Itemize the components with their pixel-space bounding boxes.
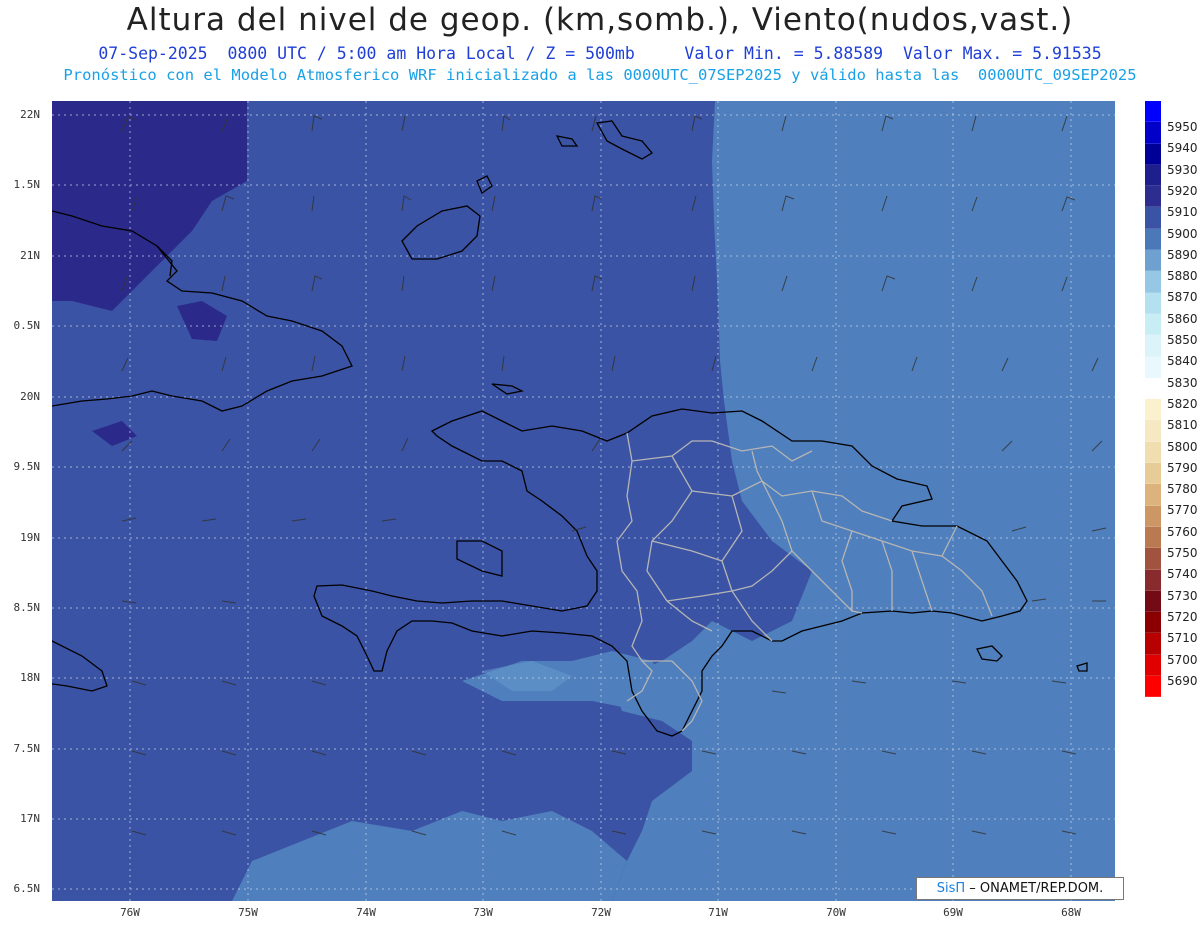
colorbar-level-label: 5830: [1167, 375, 1198, 390]
colorbar-level-label: 5870: [1167, 290, 1198, 305]
lat-label: 1.5N: [13, 178, 41, 191]
lat-label: 19N: [20, 531, 40, 544]
lat-label: 6.5N: [13, 882, 41, 895]
colorbar-cell: [1145, 612, 1161, 634]
colorbar-cell: [1145, 271, 1161, 293]
colorbar: [1145, 101, 1161, 698]
colorbar-cell: [1145, 505, 1161, 527]
credit-box: SisΠ – ONAMET/REP.DOM.: [916, 877, 1124, 900]
credit-text: – ONAMET/REP.DOM.: [965, 881, 1104, 896]
colorbar-cell: [1145, 356, 1161, 378]
credit-brand: SisΠ: [936, 881, 966, 896]
forecast-time-subtitle: 07-Sep-2025 0800 UTC / 5:00 am Hora Loca…: [98, 44, 1102, 63]
colorbar-level-label: 5780: [1167, 482, 1198, 497]
map-title: Altura del nivel de geop. (km,somb.), Vi…: [126, 2, 1074, 38]
model-info-subtitle: Pronóstico con el Modelo Atmosferico WRF…: [63, 66, 1137, 84]
lon-label: 70W: [826, 906, 846, 919]
lon-label: 74W: [356, 906, 376, 919]
colorbar-level-label: 5840: [1167, 354, 1198, 369]
lon-label: 72W: [591, 906, 611, 919]
colorbar-level-label: 5710: [1167, 631, 1198, 646]
lat-label: 18N: [20, 671, 40, 684]
lon-label: 69W: [943, 906, 963, 919]
colorbar-level-label: 5690: [1167, 673, 1198, 688]
lon-label: 68W: [1061, 906, 1081, 919]
colorbar-cell: [1145, 143, 1161, 165]
colorbar-level-label: 5770: [1167, 503, 1198, 518]
colorbar-cell: [1145, 548, 1161, 570]
colorbar-level-label: 5900: [1167, 226, 1198, 241]
colorbar-level-label: 5920: [1167, 183, 1198, 198]
colorbar-level-label: 5730: [1167, 588, 1198, 603]
colorbar-cell: [1145, 250, 1161, 272]
lat-label: 21N: [20, 249, 40, 262]
lon-label: 71W: [708, 906, 728, 919]
lon-label: 76W: [120, 906, 140, 919]
colorbar-cell: [1145, 569, 1161, 591]
colorbar-level-label: 5930: [1167, 162, 1198, 177]
colorbar-cell: [1145, 313, 1161, 336]
colorbar-cell: [1145, 676, 1161, 698]
colorbar-level-label: 5810: [1167, 418, 1198, 433]
lat-label: 17N: [20, 812, 40, 825]
lat-label: 8.5N: [13, 601, 41, 614]
colorbar-level-label: 5850: [1167, 333, 1198, 347]
lat-label: 0.5N: [13, 319, 41, 332]
colorbar-level-label: 5700: [1167, 652, 1198, 667]
colorbar-cell: [1145, 122, 1161, 144]
colorbar-cell: [1145, 654, 1161, 677]
geopotential-height-map: [52, 101, 1115, 901]
colorbar-level-label: 5890: [1167, 247, 1198, 262]
lat-label: 9.5N: [13, 460, 41, 473]
lon-label: 75W: [238, 906, 258, 919]
colorbar-cell: [1145, 441, 1161, 464]
lat-label: 20N: [20, 390, 40, 403]
colorbar-cell: [1145, 399, 1161, 421]
colorbar-cell: [1145, 590, 1161, 613]
colorbar-level-label: 5750: [1167, 546, 1198, 560]
colorbar-level-label: 5790: [1167, 460, 1198, 475]
colorbar-level-label: 5800: [1167, 439, 1198, 454]
colorbar-cell: [1145, 207, 1161, 229]
colorbar-cell: [1145, 484, 1161, 506]
colorbar-cell: [1145, 463, 1161, 485]
colorbar-level-label: 5720: [1167, 609, 1198, 624]
colorbar-level-label: 5760: [1167, 524, 1198, 539]
colorbar-cell: [1145, 420, 1161, 442]
colorbar-level-label: 5880: [1167, 269, 1198, 284]
lat-label: 22N: [20, 108, 40, 121]
colorbar-level-label: 5860: [1167, 311, 1198, 326]
colorbar-level-label: 5950: [1167, 120, 1198, 134]
colorbar-level-label: 5820: [1167, 396, 1198, 411]
colorbar-cell: [1145, 377, 1161, 400]
colorbar-cell: [1145, 228, 1161, 251]
colorbar-cell: [1145, 292, 1161, 314]
colorbar-level-label: 5740: [1167, 567, 1198, 582]
colorbar-level-label: 5940: [1167, 141, 1198, 156]
colorbar-cell: [1145, 186, 1161, 208]
colorbar-cell: [1145, 101, 1161, 123]
colorbar-cell: [1145, 526, 1161, 549]
lon-label: 73W: [473, 906, 493, 919]
lat-label: 7.5N: [13, 742, 41, 755]
colorbar-cell: [1145, 335, 1161, 357]
colorbar-cell: [1145, 164, 1161, 187]
colorbar-level-label: 5910: [1167, 205, 1198, 220]
colorbar-cell: [1145, 633, 1161, 655]
